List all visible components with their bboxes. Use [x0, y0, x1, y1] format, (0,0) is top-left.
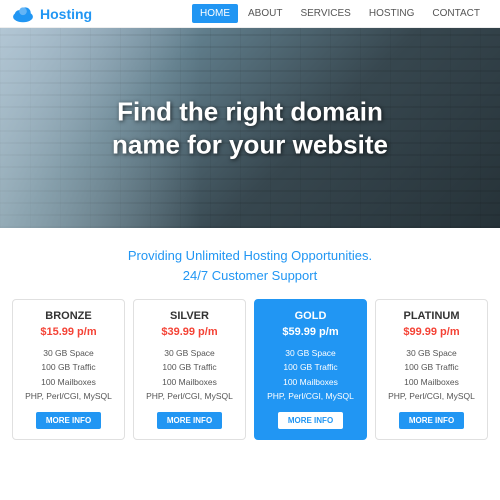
plan-name: SILVER [140, 310, 239, 322]
nav-item-home[interactable]: HOME [192, 4, 238, 23]
plan-name: GOLD [261, 310, 360, 322]
subtitle-text: Providing Unlimited Hosting Opportunitie… [20, 246, 480, 285]
nav-item-services[interactable]: SERVICES [292, 4, 358, 23]
plan-card-silver: SILVER $39.99 p/m 30 GB Space100 GB Traffi… [133, 299, 246, 440]
plan-feature: 100 Mailboxes [261, 375, 360, 389]
cloud-icon [12, 3, 34, 25]
plan-feature: PHP, Perl/CGI, MySQL [382, 389, 481, 403]
nav-item-hosting[interactable]: HOSTING [361, 4, 423, 23]
plan-name: PLATINUM [382, 310, 481, 322]
plan-feature: 100 GB Traffic [261, 360, 360, 374]
plans-section: BRONZE$15.99 p/m30 GB Space100 GB Traffi… [0, 299, 500, 452]
plan-feature: 30 GB Space [140, 346, 239, 360]
plan-price: $99.99 p/m [382, 326, 481, 338]
more-info-button[interactable]: MORE INFO [399, 412, 464, 429]
logo-text: Hosting [40, 6, 92, 22]
plan-price: $59.99 p/m [261, 326, 360, 338]
plan-card-gold: GOLD $59.99 p/m 30 GB Space100 GB Traffic1… [254, 299, 367, 440]
hero-content: Find the right domain name for your webs… [50, 96, 450, 161]
header: Hosting HOMEABOUTSERVICESHOSTINGCONTACT [0, 0, 500, 28]
plan-feature: 100 GB Traffic [140, 360, 239, 374]
plan-card-bronze: BRONZE $15.99 p/m 30 GB Space100 GB Traffi… [12, 299, 125, 440]
plan-feature: PHP, Perl/CGI, MySQL [261, 389, 360, 403]
plan-feature: 100 GB Traffic [382, 360, 481, 374]
hero-section: Find the right domain name for your webs… [0, 28, 500, 228]
plan-feature: 100 GB Traffic [19, 360, 118, 374]
subtitle-section: Providing Unlimited Hosting Opportunitie… [0, 228, 500, 299]
logo-area: Hosting [12, 3, 92, 25]
plan-feature: 100 Mailboxes [382, 375, 481, 389]
nav-item-about[interactable]: ABOUT [240, 4, 290, 23]
plan-card-platinum: PLATINUM $99.99 p/m 30 GB Space100 GB Traf… [375, 299, 488, 440]
plan-name: BRONZE [19, 310, 118, 322]
plan-feature: 100 Mailboxes [140, 375, 239, 389]
plan-feature: PHP, Perl/CGI, MySQL [140, 389, 239, 403]
plan-feature: 30 GB Space [19, 346, 118, 360]
more-info-button[interactable]: MORE INFO [278, 412, 343, 429]
main-nav: HOMEABOUTSERVICESHOSTINGCONTACT [192, 4, 488, 23]
plan-price: $39.99 p/m [140, 326, 239, 338]
plan-price: $15.99 p/m [19, 326, 118, 338]
hero-title: Find the right domain name for your webs… [50, 96, 450, 161]
plan-feature: 30 GB Space [382, 346, 481, 360]
plan-feature: 100 Mailboxes [19, 375, 118, 389]
plan-feature: 30 GB Space [261, 346, 360, 360]
more-info-button[interactable]: MORE INFO [157, 412, 222, 429]
nav-item-contact[interactable]: CONTACT [424, 4, 488, 23]
more-info-button[interactable]: MORE INFO [36, 412, 101, 429]
plan-feature: PHP, Perl/CGI, MySQL [19, 389, 118, 403]
